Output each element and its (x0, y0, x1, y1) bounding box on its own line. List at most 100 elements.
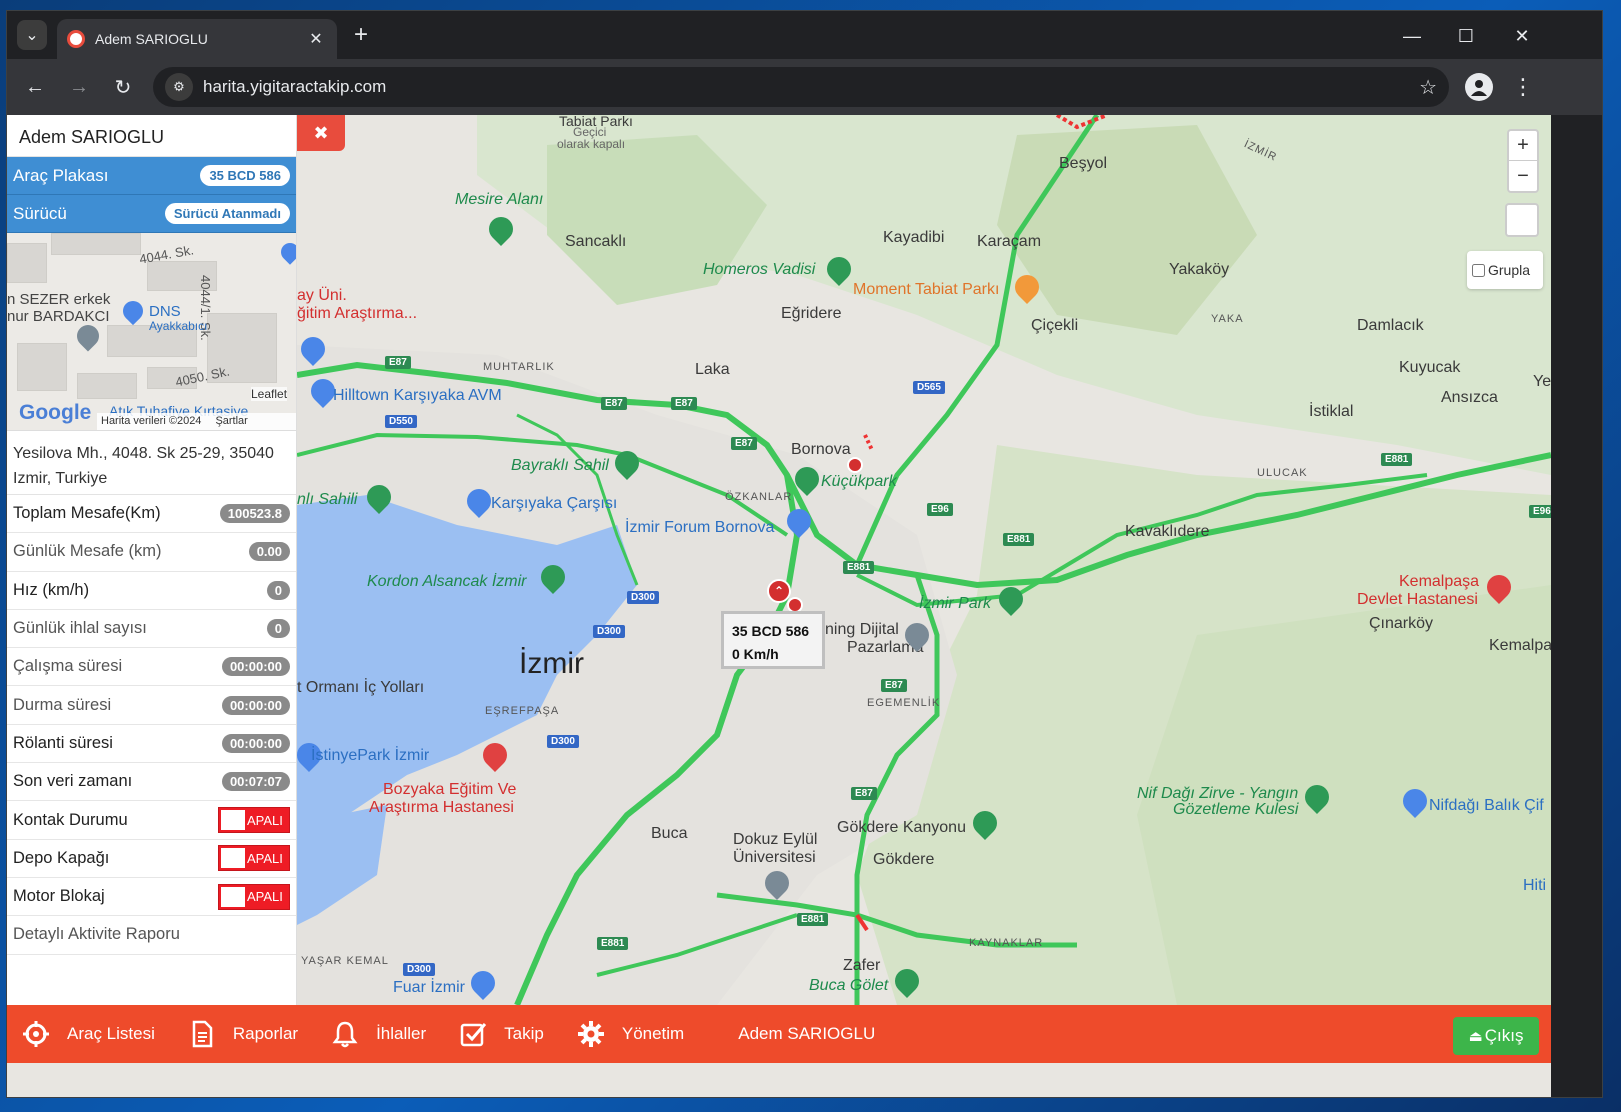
terms-link[interactable]: Şartlar (215, 415, 247, 429)
map-place-label: Üniversitesi (733, 849, 816, 866)
grupla-checkbox[interactable] (1472, 263, 1485, 277)
zoom-out-button[interactable]: − (1509, 161, 1537, 191)
profile-icon[interactable] (1465, 73, 1493, 101)
map-park-label: Gözetleme Kulesi (1173, 801, 1299, 818)
map-poi-label: Karşıyaka Çarşısı (491, 495, 618, 512)
grupla-control[interactable]: Grupla (1467, 251, 1543, 289)
exit-label: Çıkış (1484, 1026, 1524, 1045)
map-place-label: Karaçam (977, 233, 1042, 250)
nav-management[interactable]: Yönetim (576, 1019, 684, 1049)
map-park-label: İzmir Park (919, 595, 991, 612)
tank-lid-toggle[interactable]: APALI (218, 845, 290, 872)
reload-icon[interactable]: ↻ (107, 71, 139, 103)
map-place-label: t Ormanı İç Yolları (297, 679, 425, 696)
exit-button[interactable]: ⏏ Çıkış (1453, 1017, 1539, 1055)
nav-vehicle-list[interactable]: Araç Listesi (21, 1019, 155, 1049)
info-badge: 00:07:07 (221, 772, 290, 792)
map-park-label: Buca Gölet (809, 977, 889, 994)
map-place-label: Bornova (791, 441, 851, 458)
close-window-icon[interactable]: ✕ (1497, 19, 1547, 53)
map-park-label: Küçükpark (821, 473, 897, 490)
vehicle-marker-icon[interactable]: ⌃ (767, 579, 791, 603)
page-viewport: Adem SARIOGLU Araç Plakası 35 BCD 586 Sü… (7, 115, 1551, 1097)
info-label: Günlük Mesafe (km) (13, 542, 162, 561)
nav-reports[interactable]: Raporlar (187, 1019, 298, 1049)
grupla-label: Grupla (1488, 262, 1531, 278)
leaflet-attribution[interactable]: Leaflet (251, 387, 288, 401)
info-label: Rölanti süresi (13, 733, 113, 752)
map-place-label: ning Dijital (825, 621, 899, 638)
driver-label: Sürücü (13, 203, 67, 223)
engine-block-toggle[interactable]: APALI (218, 883, 290, 910)
road-shield: E881 (597, 937, 629, 950)
mini-place-label: n SEZER erkek (7, 291, 111, 308)
mini-map[interactable]: 4044. Sk. 4044/1. Sk. 4050. Sk. n SEZER … (7, 233, 296, 431)
back-icon[interactable]: ← (19, 71, 51, 103)
driver-row: Sürücü Sürücü Atanmadı (7, 195, 296, 233)
road-shield: E87 (881, 679, 907, 692)
map-park-label: Kordon Alsancak İzmir (367, 573, 527, 590)
road-shield: D550 (385, 415, 417, 428)
map-park-label: nlı Sahili (297, 491, 358, 508)
plate-row: Araç Plakası 35 BCD 586 (7, 157, 296, 195)
address-text: Yesilova Mh., 4048. Sk 25-29, 35040 Izmi… (7, 431, 296, 495)
road-shield: E96 (927, 503, 953, 516)
activity-report-link[interactable]: Detaylı Aktivite Raporu (7, 916, 296, 955)
info-row: Toplam Mesafe(Km) 100523.8 (7, 495, 296, 534)
road-shield: E87 (671, 397, 697, 410)
info-label: Son veri zamanı (13, 772, 133, 791)
info-badge: 00:00:00 (221, 657, 290, 677)
layer-switch-button[interactable] (1505, 203, 1539, 237)
nav-user-name: Adem SARIOGLU (738, 1024, 876, 1043)
zoom-in-button[interactable]: + (1509, 131, 1537, 161)
url-text[interactable]: harita.yigitaractakip.com (203, 77, 1419, 97)
report-link-label[interactable]: Detaylı Aktivite Raporu (13, 925, 180, 944)
map-poi-label: Kemalpaşa (1399, 573, 1480, 590)
minimize-icon[interactable]: — (1387, 19, 1437, 53)
copyright-text: Harita verileri ©2024 (101, 415, 202, 427)
nav-label: İhlaller (376, 1024, 427, 1043)
map-area-label: MUHTARLIK (483, 361, 555, 373)
browser-tab[interactable]: Adem SARIOGLU ✕ (57, 19, 337, 59)
road-shield: D300 (403, 963, 435, 976)
map-attribution-bar: Harita verileri ©2024 Şartlar (97, 413, 296, 430)
info-badge: 00:00:00 (221, 695, 290, 715)
driver-badge: Sürücü Atanmadı (164, 203, 290, 224)
info-badge: 0.00 (248, 542, 290, 562)
road-shield: E87 (851, 787, 877, 800)
map-place-label: olarak kapalı (557, 137, 626, 151)
new-tab-icon[interactable]: + (349, 23, 373, 47)
close-tab-icon[interactable]: ✕ (305, 28, 327, 50)
eject-icon: ⏏ (1468, 1028, 1483, 1045)
ignition-toggle[interactable]: APALI (218, 807, 290, 834)
forward-icon[interactable]: → (63, 71, 95, 103)
nav-violations[interactable]: İhlaller (330, 1019, 426, 1049)
address-bar[interactable]: ⚙ harita.yigitaractakip.com ☆ (153, 67, 1449, 107)
map-place-label: Beşyol (1059, 155, 1108, 172)
toggle-knob (221, 810, 245, 831)
map-poi-label: Hilltown Karşıyaka AVM (333, 387, 502, 404)
menu-icon[interactable]: ⋮ (1511, 71, 1535, 103)
site-settings-icon[interactable]: ⚙ (165, 73, 193, 101)
map-place-label: Buca (651, 825, 688, 842)
shop-pin-icon (118, 296, 148, 326)
map-area-label: KAYNAKLAR (969, 937, 1044, 949)
info-label: Durma süresi (13, 695, 112, 714)
shop-pin-icon (277, 239, 296, 265)
map-area-label: YAKA (1211, 313, 1244, 325)
close-map-button[interactable]: ✖ (297, 115, 345, 151)
main-map[interactable]: İzmir Beşyol İZMİR Tabiat Parkı Geçici o… (297, 115, 1551, 1005)
map-place-label: Ansızca (1441, 389, 1498, 406)
maximize-icon[interactable]: ☐ (1441, 19, 1491, 53)
zoom-control: + − (1507, 129, 1539, 193)
mini-place-label: DNS (149, 303, 181, 320)
toggle-knob (221, 886, 245, 907)
tab-search-icon[interactable]: ⌄ (17, 20, 47, 50)
road-shield: E881 (1003, 533, 1035, 546)
map-place-label: ğitim Araştırma... (297, 305, 418, 322)
bookmark-star-icon[interactable]: ☆ (1419, 75, 1437, 100)
nav-tracking[interactable]: Takip (458, 1019, 544, 1049)
map-area-label: ÖZKANLAR (725, 491, 793, 503)
map-base-layer (297, 115, 1551, 1005)
tab-strip: ⌄ Adem SARIOGLU ✕ + — ☐ ✕ (7, 11, 1602, 59)
